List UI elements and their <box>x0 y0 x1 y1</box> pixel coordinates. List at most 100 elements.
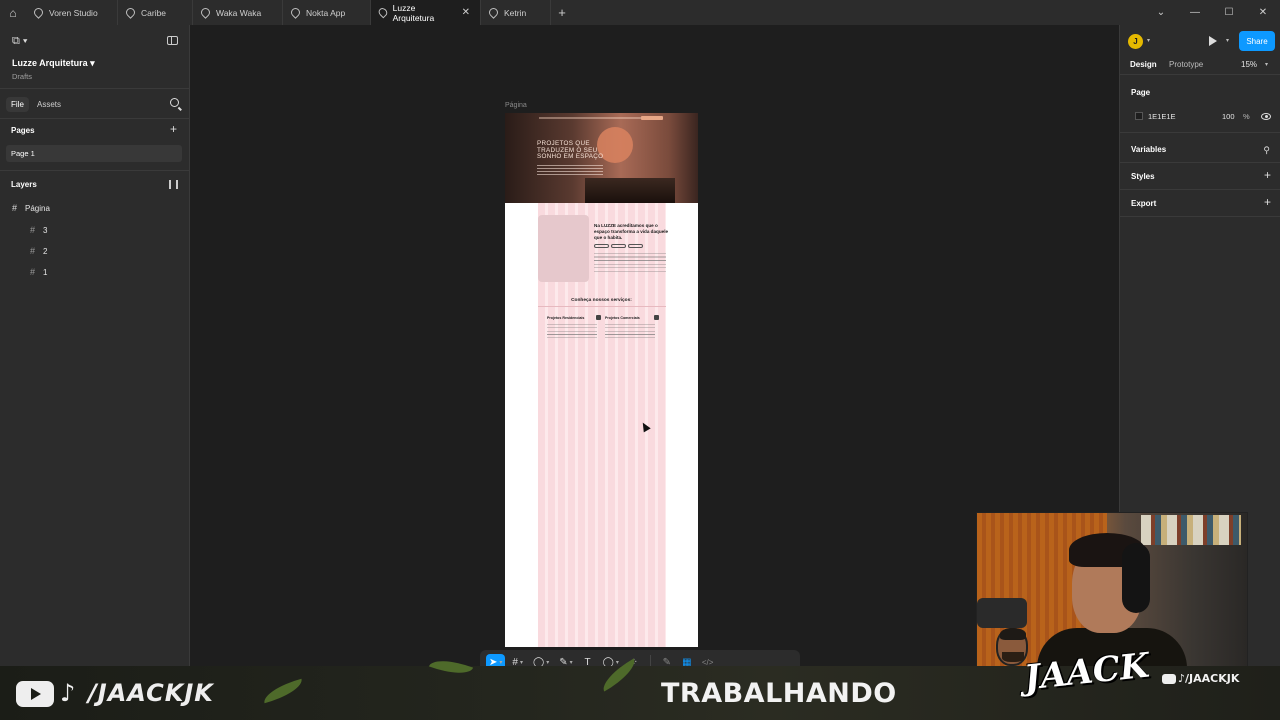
divider <box>1120 189 1280 190</box>
chevron-down-icon[interactable]: ▾ <box>499 659 502 666</box>
project-title[interactable]: Luzze Arquitetura ▾ <box>12 58 95 69</box>
home-icon[interactable]: ⌂ <box>0 0 26 25</box>
small-handle: ♪/JAACKJK <box>1162 672 1239 685</box>
hero-furniture <box>585 178 675 203</box>
hero-heading: PROJETOS QUE TRADUZEM O SEU SONHO EM ESP… <box>537 140 604 161</box>
service-description <box>605 324 655 341</box>
share-button[interactable]: Share <box>1239 31 1275 51</box>
tab-label: Voren Studio <box>49 7 98 18</box>
design-frame[interactable]: PROJETOS QUE TRADUZEM O SEU SONHO EM ESP… <box>505 113 698 647</box>
avatar[interactable]: J <box>1128 34 1143 49</box>
layer-item[interactable]: #3 <box>30 225 47 235</box>
file-icon <box>124 6 137 19</box>
variables-icon[interactable]: ⚲ <box>1263 145 1270 156</box>
home-icon <box>596 315 601 320</box>
figma-menu-icon[interactable]: ⧉ ▾ <box>12 35 28 48</box>
frame-icon: # <box>30 246 36 256</box>
hero-section[interactable]: PROJETOS QUE TRADUZEM O SEU SONHO EM ESP… <box>505 113 698 203</box>
chevron-down-icon[interactable]: ▾ <box>570 659 573 666</box>
building-icon <box>654 315 659 320</box>
tab-assets[interactable]: Assets <box>37 100 61 109</box>
layer-item[interactable]: #2 <box>30 246 47 256</box>
background-hex-input[interactable]: 1E1E1E <box>1148 112 1176 121</box>
percent-label: % <box>1243 112 1250 121</box>
tab-luzze-arquitetura[interactable]: Luzze Arquitetura ✕ <box>371 0 481 25</box>
close-window-icon[interactable]: ✕ <box>1246 7 1280 18</box>
hero-paragraph <box>537 165 603 175</box>
variables-section[interactable]: Variables <box>1131 145 1166 154</box>
service-description <box>547 324 597 341</box>
add-page-icon[interactable]: + <box>170 122 177 136</box>
page-section-title: Page <box>1131 88 1151 97</box>
layer-item[interactable]: #1 <box>30 267 47 277</box>
eye-icon[interactable] <box>1261 113 1271 120</box>
tiktok-icon: ♪ <box>1178 672 1186 685</box>
service-title: Projetos Residenciais <box>547 316 585 320</box>
tab-file[interactable]: File <box>6 97 29 112</box>
about-paragraph <box>594 253 666 272</box>
add-style-icon[interactable]: + <box>1264 168 1271 182</box>
chevron-down-icon[interactable]: ▾ <box>1265 61 1268 68</box>
tab-voren-studio[interactable]: Voren Studio <box>26 0 118 25</box>
zoom-level[interactable]: 15% <box>1241 60 1257 69</box>
frame-label[interactable]: Página <box>505 102 527 109</box>
search-icon[interactable] <box>170 98 179 107</box>
tab-prototype[interactable]: Prototype <box>1169 60 1203 69</box>
project-header: ⧉ ▾ Luzze Arquitetura ▾ Drafts <box>0 25 190 89</box>
service-card[interactable]: Projetos Comerciais <box>605 315 659 341</box>
add-export-icon[interactable]: + <box>1264 195 1271 209</box>
chevron-down-icon[interactable]: ⌄ <box>1144 7 1178 18</box>
hero-cta <box>641 116 663 120</box>
bookshelf <box>1141 515 1241 545</box>
tab-label: Luzze Arquitetura <box>392 2 435 23</box>
figma-window: ⌂ Voren Studio Caribe Waka Waka Nokta Ap… <box>0 0 1280 720</box>
tab-caribe[interactable]: Caribe <box>118 0 193 25</box>
frame-icon: # <box>30 225 36 235</box>
layer-frame[interactable]: # Página <box>12 203 50 213</box>
project-location: Drafts <box>12 72 33 81</box>
chevron-down-icon[interactable]: ▾ <box>1147 37 1150 44</box>
minimize-icon[interactable]: — <box>1178 7 1212 18</box>
file-icon <box>289 6 302 19</box>
tab-label: Waka Waka <box>216 7 262 18</box>
tab-label: Caribe <box>141 7 167 18</box>
toggle-sidebar-icon[interactable] <box>167 36 178 45</box>
tab-label: Nokta App <box>306 7 346 18</box>
maximize-icon[interactable]: ☐ <box>1212 7 1246 18</box>
chevron-down-icon[interactable]: ▾ <box>520 659 523 666</box>
pages-title: Pages <box>11 126 35 135</box>
new-tab-icon[interactable]: + <box>551 5 573 20</box>
collapse-layers-icon[interactable] <box>169 180 178 189</box>
play-icon[interactable] <box>1209 36 1217 46</box>
about-image-placeholder[interactable] <box>538 215 589 282</box>
background-opacity-input[interactable]: 100 <box>1222 112 1235 121</box>
background-color-swatch[interactable] <box>1135 112 1143 120</box>
chevron-down-icon[interactable]: ▾ <box>546 659 549 666</box>
service-card[interactable]: Projetos Residenciais <box>547 315 601 341</box>
tab-waka-waka[interactable]: Waka Waka <box>193 0 283 25</box>
about-heading: Na LUZZE acreditamos que o espaço transf… <box>594 223 669 240</box>
file-assets-tabs: File Assets <box>0 89 190 119</box>
microphone <box>977 598 1027 628</box>
chevron-down-icon[interactable]: ▾ <box>616 659 619 666</box>
divider <box>1120 216 1280 217</box>
tab-nokta-app[interactable]: Nokta App <box>283 0 371 25</box>
chip <box>611 244 626 248</box>
frame-icon: # <box>30 267 36 277</box>
window-controls: ⌄ — ☐ ✕ <box>1144 0 1280 25</box>
tab-design[interactable]: Design <box>1130 60 1157 69</box>
service-title: Projetos Comerciais <box>605 316 640 320</box>
headset <box>1122 543 1150 613</box>
social-handle: /JAACKJK <box>88 679 214 707</box>
youtube-icon <box>1162 674 1176 684</box>
close-tab-icon[interactable]: ✕ <box>462 7 470 18</box>
tab-ketrin[interactable]: Ketrin <box>481 0 551 25</box>
file-icon <box>487 6 500 19</box>
design-prototype-tabs: Design Prototype 15% ▾ <box>1120 55 1280 75</box>
tiktok-icon: ♪ <box>60 679 76 707</box>
frame-icon: # <box>12 203 18 213</box>
chevron-down-icon[interactable]: ▾ <box>1226 37 1229 44</box>
youtube-icon <box>16 681 54 707</box>
page-item[interactable]: Page 1 <box>6 145 182 162</box>
file-icon <box>32 6 45 19</box>
